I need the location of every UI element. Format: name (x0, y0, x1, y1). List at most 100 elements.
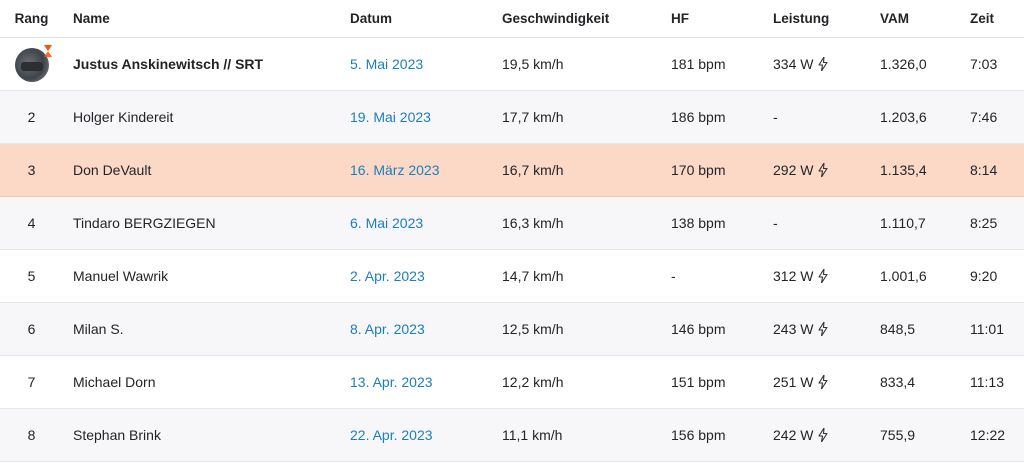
table-row: 7 Michael Dorn 13. Apr. 2023 12,2 km/h 151 b… (0, 356, 1024, 409)
cell-vam: 1.135,4 (880, 161, 927, 178)
athlete-name-link[interactable]: Justus Anskinewitsch // SRT (63, 38, 340, 91)
header-vam[interactable]: VAM (870, 0, 960, 38)
table-row: 2 Holger Kindereit 19. Mai 2023 17,7 km/h 18… (0, 91, 1024, 144)
activity-date-link[interactable]: 2. Apr. 2023 (340, 250, 492, 303)
cell-heart-rate: - (671, 267, 676, 284)
cell-rank: 2 (0, 91, 63, 144)
cell-time: 12:22 (970, 426, 1006, 443)
cell-power: - (763, 197, 870, 250)
cell-power: 312 W (763, 250, 870, 303)
header-rank[interactable]: Rang (0, 0, 63, 38)
rank-value: 6 (27, 320, 36, 337)
cell-speed: 12,2 km/h (502, 373, 564, 390)
power-value: - (773, 108, 778, 125)
activity-date-link[interactable]: 6. Mai 2023 (340, 197, 492, 250)
cell-rank: 3 (0, 144, 63, 197)
header-name[interactable]: Name (63, 0, 340, 38)
cell-vam: 755,9 (880, 426, 916, 443)
cell-rank (0, 38, 63, 91)
athlete-name-link[interactable]: Don DeVault (63, 144, 340, 197)
power-value: 334 W (773, 55, 814, 72)
header-power[interactable]: Leistung (763, 0, 870, 38)
cell-rank: 4 (0, 197, 63, 250)
cell-power: 334 W (763, 38, 870, 91)
athlete-name-link[interactable]: Milan S. (63, 303, 340, 356)
activity-date-link[interactable]: 22. Apr. 2023 (340, 409, 492, 462)
cell-speed: 16,7 km/h (502, 161, 564, 178)
cell-time: 8:14 (970, 161, 998, 178)
table-row: 5 Manuel Wawrik 2. Apr. 2023 14,7 km/h - 312 … (0, 250, 1024, 303)
power-value: 243 W (773, 320, 814, 337)
rank-value: 8 (27, 426, 36, 443)
power-value: - (773, 214, 778, 231)
cell-time: 11:01 (970, 320, 1004, 337)
cell-time: 7:03 (970, 55, 998, 72)
table-header: Rang Name Datum Geschwindigkeit HF Leist… (0, 0, 1024, 38)
cell-vam: 1.203,6 (880, 108, 927, 125)
cell-vam: 1.110,7 (880, 214, 926, 231)
header-speed[interactable]: Geschwindigkeit (492, 0, 661, 38)
power-value: 242 W (773, 426, 814, 443)
cell-power: 242 W (763, 409, 870, 462)
cell-speed: 16,3 km/h (502, 214, 564, 231)
cell-time: 8:25 (970, 214, 998, 231)
activity-date-link[interactable]: 5. Mai 2023 (340, 38, 492, 91)
avatar[interactable] (14, 44, 52, 82)
leaderboard-table: Rang Name Datum Geschwindigkeit HF Leist… (0, 0, 1024, 462)
cell-heart-rate: 146 bpm (671, 320, 726, 337)
athlete-name-link[interactable]: Manuel Wawrik (63, 250, 340, 303)
power-value: 251 W (773, 373, 814, 390)
lightning-bolt-icon (818, 374, 829, 389)
lightning-bolt-icon (818, 268, 829, 283)
activity-date-link[interactable]: 19. Mai 2023 (340, 91, 492, 144)
cell-power: 292 W (763, 144, 870, 197)
table-row: Justus Anskinewitsch // SRT 5. Mai 2023 19… (0, 38, 1024, 91)
rank-value: 3 (27, 161, 36, 178)
cell-rank: 8 (0, 409, 63, 462)
table-row: 6 Milan S. 8. Apr. 2023 12,5 km/h 146 bpm 243… (0, 303, 1024, 356)
cell-speed: 12,5 km/h (502, 320, 564, 337)
cell-heart-rate: 181 bpm (671, 55, 726, 72)
table-row: 8 Stephan Brink 22. Apr. 2023 11,1 km/h 156 … (0, 409, 1024, 462)
cell-heart-rate: 151 bpm (671, 373, 726, 390)
power-value: 312 W (773, 267, 814, 284)
cell-speed: 14,7 km/h (502, 267, 564, 284)
cell-heart-rate: 138 bpm (671, 214, 726, 231)
cell-power: 251 W (763, 356, 870, 409)
athlete-name-link[interactable]: Holger Kindereit (63, 91, 340, 144)
athlete-name-link[interactable]: Michael Dorn (63, 356, 340, 409)
lightning-bolt-icon (818, 427, 829, 442)
table-body: Justus Anskinewitsch // SRT 5. Mai 2023 19… (0, 38, 1024, 462)
table-row: 3 Don DeVault 16. März 2023 16,7 km/h 170 bp… (0, 144, 1024, 197)
activity-date-link[interactable]: 8. Apr. 2023 (340, 303, 492, 356)
activity-date-link[interactable]: 13. Apr. 2023 (340, 356, 492, 409)
cell-rank: 5 (0, 250, 63, 303)
lightning-bolt-icon (818, 162, 829, 177)
header-time[interactable]: Zeit (960, 0, 1024, 38)
cell-speed: 11,1 km/h (502, 426, 563, 443)
power-value: 292 W (773, 161, 814, 178)
header-heart-rate[interactable]: HF (661, 0, 763, 38)
rank-value: 7 (27, 373, 36, 390)
cell-speed: 19,5 km/h (502, 55, 564, 72)
rank-value: 2 (27, 108, 36, 125)
cell-power: 243 W (763, 303, 870, 356)
cell-vam: 1.001,6 (880, 267, 927, 284)
cell-heart-rate: 170 bpm (671, 161, 726, 178)
cell-time: 7:46 (970, 108, 998, 125)
cell-vam: 848,5 (880, 320, 916, 337)
activity-date-link[interactable]: 16. März 2023 (340, 144, 492, 197)
cell-heart-rate: 186 bpm (671, 108, 726, 125)
lightning-bolt-icon (818, 321, 829, 336)
athlete-name-link[interactable]: Stephan Brink (63, 409, 340, 462)
table-row: 4 Tindaro BERGZIEGEN 6. Mai 2023 16,3 km/h 1… (0, 197, 1024, 250)
cell-vam: 1.326,0 (880, 55, 927, 72)
header-date[interactable]: Datum (340, 0, 492, 38)
cell-speed: 17,7 km/h (502, 108, 564, 125)
cell-heart-rate: 156 bpm (671, 426, 726, 443)
cell-time: 11:13 (970, 373, 1004, 390)
lightning-bolt-icon (818, 56, 829, 71)
athlete-name-link[interactable]: Tindaro BERGZIEGEN (63, 197, 340, 250)
rank-value: 4 (27, 214, 36, 231)
cell-rank: 7 (0, 356, 63, 409)
